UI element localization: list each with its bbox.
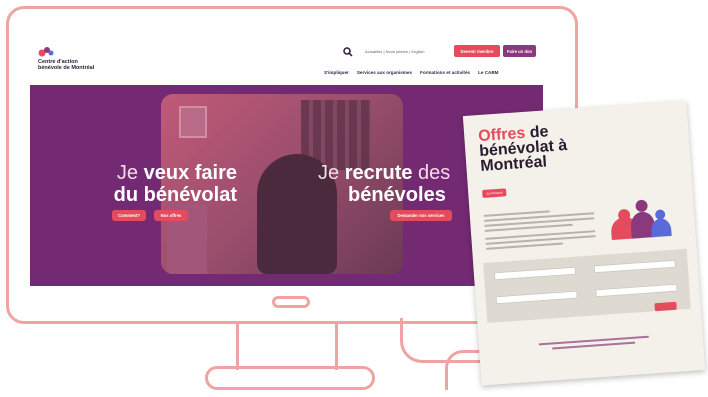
how-button[interactable]: Comment?: [112, 210, 146, 221]
hero-recruit-heading: Je recrute des bénévoles: [318, 162, 451, 206]
become-member-button[interactable]: Devenir membre: [454, 45, 500, 57]
top-links[interactable]: Actualités | Nous joindre | English: [365, 49, 424, 54]
monitor-neck: [236, 324, 338, 370]
logo-icon: [611, 199, 672, 241]
offers-button[interactable]: Nos offres: [154, 210, 188, 221]
logo-icon: [38, 47, 54, 57]
hero-volunteer-heading: Je veux faire du bénévolat: [113, 162, 237, 206]
monitor-power-button: [272, 296, 310, 308]
main-nav: S'impliquer Services aux organismes Form…: [324, 70, 498, 75]
flyer-form: [483, 248, 691, 323]
nav-item-formations[interactable]: Formations et activités: [420, 70, 470, 75]
nav-item-simpliquer[interactable]: S'impliquer: [324, 70, 349, 75]
flyer-title: Offres de bénévolat à Montréal: [477, 123, 568, 176]
flyer-footer-text: [538, 335, 649, 354]
nav-item-services[interactable]: Services aux organismes: [357, 70, 412, 75]
request-services-button[interactable]: Demander nos services: [390, 210, 452, 221]
flyer-signup-button: Je m'inscris: [482, 188, 507, 198]
flyer-body-text: [483, 207, 596, 253]
org-name: Centre d'action bénévole de Montréal: [38, 59, 95, 71]
search-icon[interactable]: [343, 47, 353, 57]
flyer-submit: [654, 301, 677, 312]
monitor-stand: [205, 366, 375, 390]
nav-item-cabm[interactable]: Le CABM: [478, 70, 498, 75]
donate-button[interactable]: Faire un don: [503, 45, 536, 57]
flyer-paper: Offres de bénévolat à Montréal Je m'insc…: [462, 100, 706, 386]
